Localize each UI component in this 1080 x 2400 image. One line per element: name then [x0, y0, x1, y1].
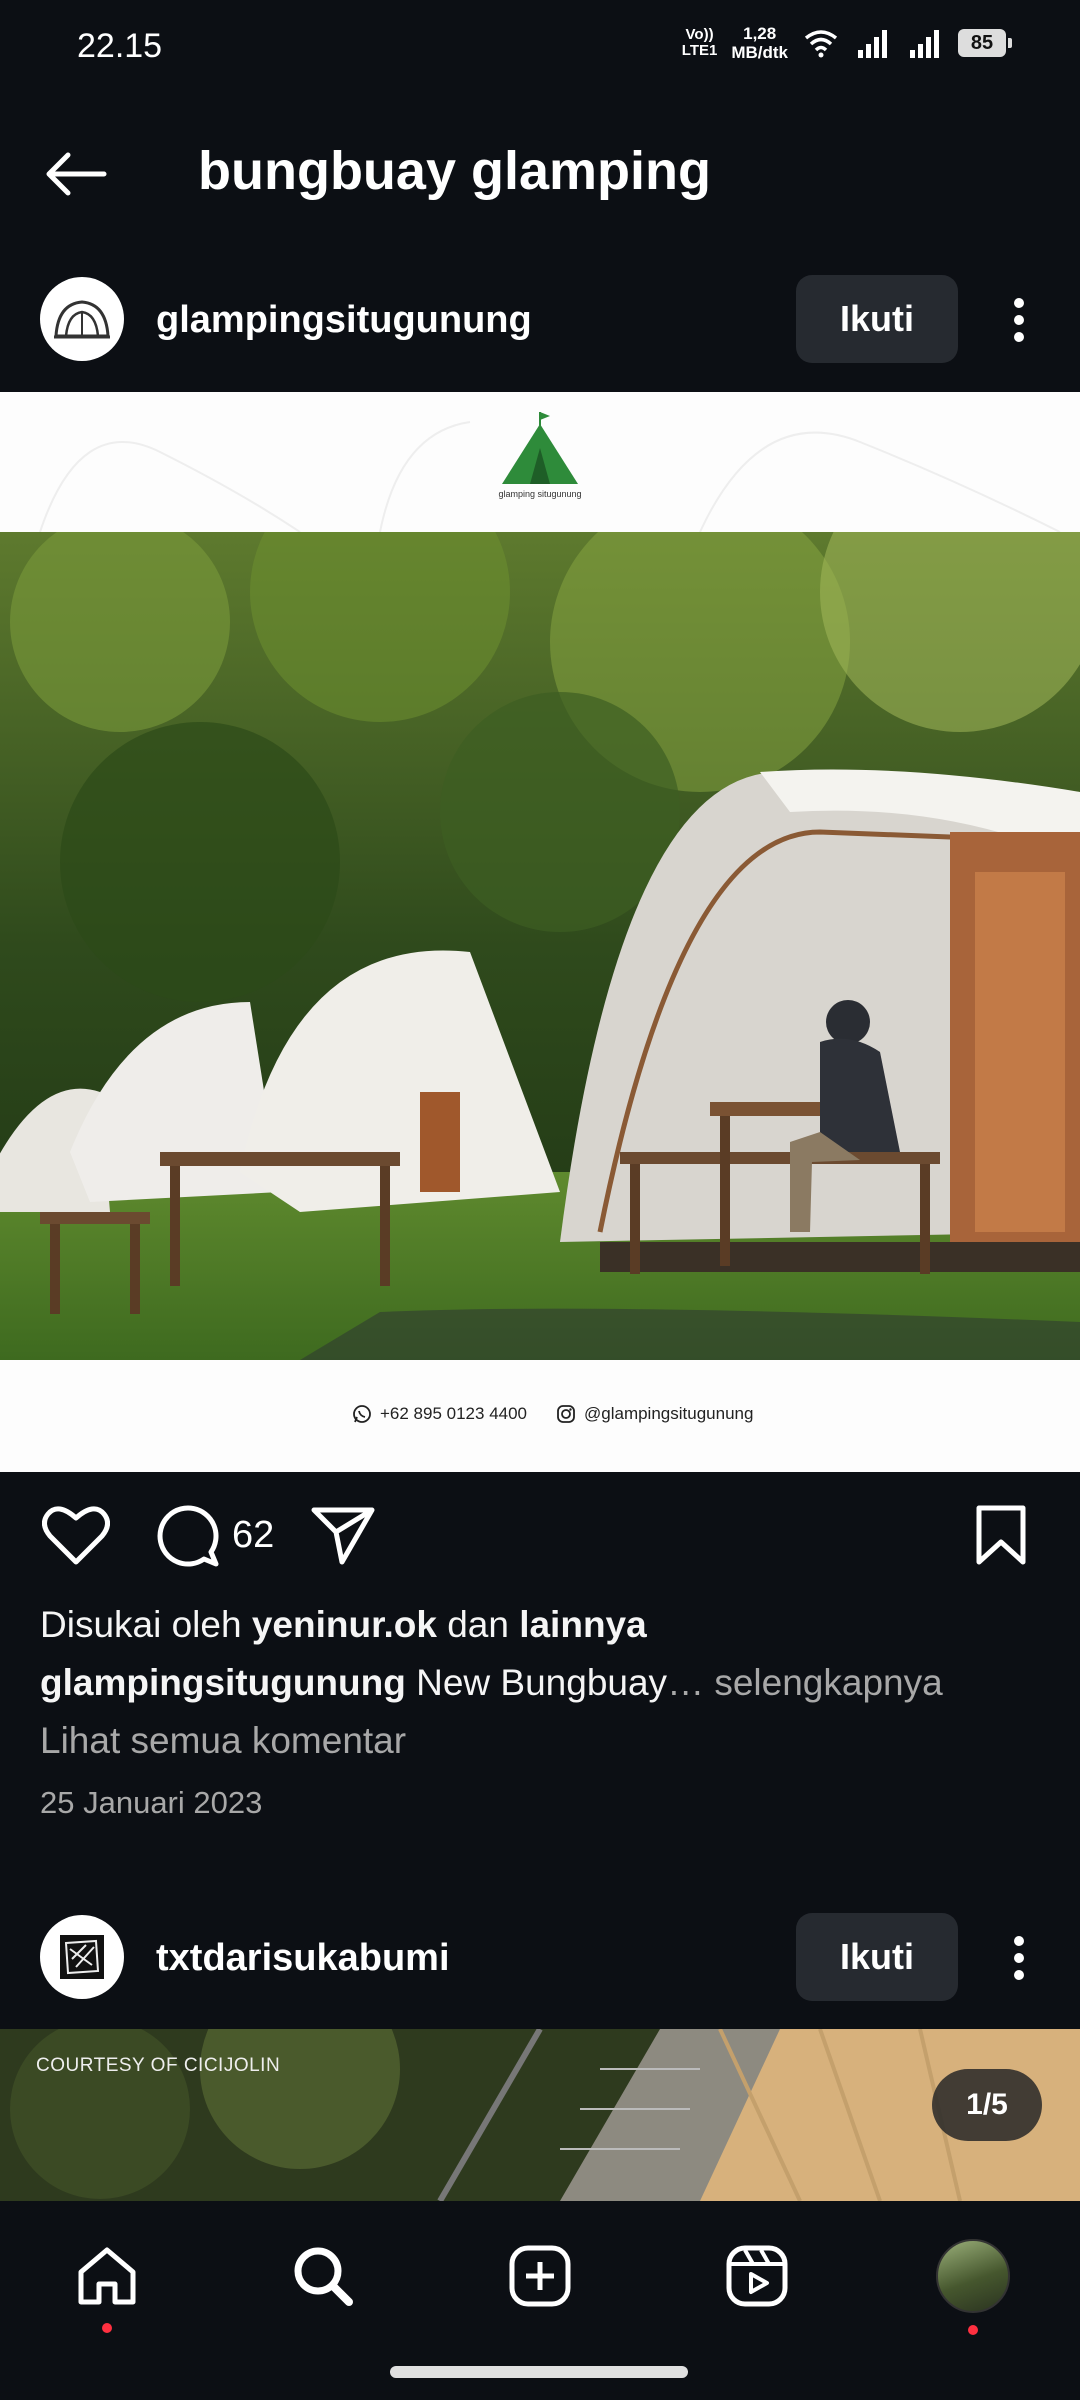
post-header-2: txtdarisukabumi Ikuti	[0, 1897, 1080, 2017]
home-icon	[78, 2247, 136, 2305]
avatar[interactable]	[40, 277, 124, 361]
nav-search[interactable]	[278, 2231, 368, 2321]
phone-number: +62 895 0123 4400	[380, 1404, 528, 1423]
profile-notification-dot	[968, 2325, 978, 2335]
wifi-icon	[802, 26, 840, 60]
bookmark-icon	[976, 1505, 1026, 1565]
caption-line: glampingsitugunung New Bungbuay… selengk…	[40, 1654, 1050, 1712]
glamping-photo	[0, 532, 1080, 1360]
nav-profile[interactable]	[928, 2231, 1018, 2335]
top-header: bungbuay glamping	[0, 110, 1080, 234]
bottom-navigation	[0, 2201, 1080, 2400]
status-icons: Vo)) LTE1 1,28 MB/dtk 85	[681, 24, 1012, 62]
heart-icon	[42, 1506, 110, 1565]
likes-line[interactable]: Disukai oleh yeninur.ok dan lainnya	[40, 1596, 1050, 1654]
media-banner-bottom: +62 895 0123 4400 @glampingsitugunung	[0, 1360, 1080, 1472]
view-comments-link[interactable]: Lihat semua komentar	[40, 1712, 1050, 1770]
comment-icon	[157, 1505, 219, 1567]
follow-button[interactable]: Ikuti	[796, 275, 958, 363]
comment-button[interactable]: 62	[154, 1500, 274, 1570]
phone-contact: +62 895 0123 4400	[352, 1404, 527, 1424]
nav-home[interactable]	[62, 2231, 152, 2333]
post-username-2[interactable]: txtdarisukabumi	[156, 1937, 450, 1980]
battery-indicator: 85	[958, 29, 1012, 57]
plus-square-icon	[509, 2245, 571, 2307]
post-date: 25 Januari 2023	[40, 1785, 263, 1820]
search-icon	[294, 2247, 353, 2306]
save-button[interactable]	[974, 1500, 1028, 1570]
more-options-button-2[interactable]	[994, 1923, 1044, 1993]
nav-reels[interactable]	[712, 2231, 802, 2321]
follow-button-2[interactable]: Ikuti	[796, 1913, 958, 2001]
post-username[interactable]: glampingsitugunung	[156, 299, 532, 342]
back-button[interactable]	[36, 142, 116, 206]
status-bar: 22.15 Vo)) LTE1 1,28 MB/dtk 85	[0, 0, 1080, 96]
post-media[interactable]: glamping situgunung +62 895 0123 4400 @g…	[0, 392, 1080, 1472]
more-vertical-icon	[1014, 1936, 1024, 1980]
courtesy-text: COURTESY OF CICIJOLIN	[36, 2055, 281, 2076]
carousel-counter: 1/5	[932, 2069, 1042, 2141]
page-title: bungbuay glamping	[198, 141, 711, 201]
profile-avatar	[936, 2239, 1010, 2313]
instagram-icon	[557, 1405, 575, 1423]
status-time: 22.15	[77, 27, 163, 65]
caption-username[interactable]: glampingsitugunung	[40, 1662, 406, 1703]
green-tent-logo-icon	[502, 412, 578, 484]
post-caption-area: Disukai oleh yeninur.ok dan lainnya glam…	[40, 1596, 1050, 1832]
post-header: glampingsitugunung Ikuti	[0, 259, 1080, 379]
caption-more-link[interactable]: … selengkapnya	[667, 1662, 943, 1703]
avatar-2[interactable]	[40, 1915, 124, 1999]
media-banner-top: glamping situgunung	[0, 392, 1080, 532]
comment-count: 62	[232, 1513, 275, 1556]
arrow-left-icon	[46, 152, 107, 196]
post-actions: 62	[0, 1472, 1080, 1602]
map-logo-icon	[60, 1935, 104, 1979]
instagram-contact: @glampingsitugunung	[556, 1404, 753, 1424]
tent-logo-icon	[54, 300, 110, 339]
more-vertical-icon	[1014, 298, 1024, 342]
home-indicator-bar[interactable]	[390, 2366, 688, 2378]
signal-icon-2	[906, 26, 944, 60]
volte-indicator: Vo)) LTE1	[681, 26, 718, 59]
logo-caption: glamping situgunung	[498, 489, 582, 499]
send-icon	[311, 1507, 375, 1565]
nav-create[interactable]	[495, 2231, 585, 2321]
instagram-handle: @glampingsitugunung	[584, 1404, 754, 1423]
likes-user[interactable]: yeninur.ok	[252, 1604, 437, 1645]
reels-icon	[726, 2245, 788, 2307]
like-button[interactable]	[42, 1500, 110, 1570]
brand-logo: glamping situgunung	[492, 408, 588, 508]
whatsapp-icon	[353, 1405, 371, 1423]
share-button[interactable]	[310, 1500, 376, 1570]
signal-icon	[854, 26, 892, 60]
post-media-2[interactable]: COURTESY OF CICIJOLIN 1/5	[0, 2029, 1080, 2201]
more-options-button[interactable]	[994, 285, 1044, 355]
likes-others[interactable]: lainnya	[519, 1604, 647, 1645]
caption-text: New Bungbuay	[416, 1662, 668, 1703]
home-notification-dot	[102, 2323, 112, 2333]
network-speed: 1,28 MB/dtk	[731, 24, 788, 62]
